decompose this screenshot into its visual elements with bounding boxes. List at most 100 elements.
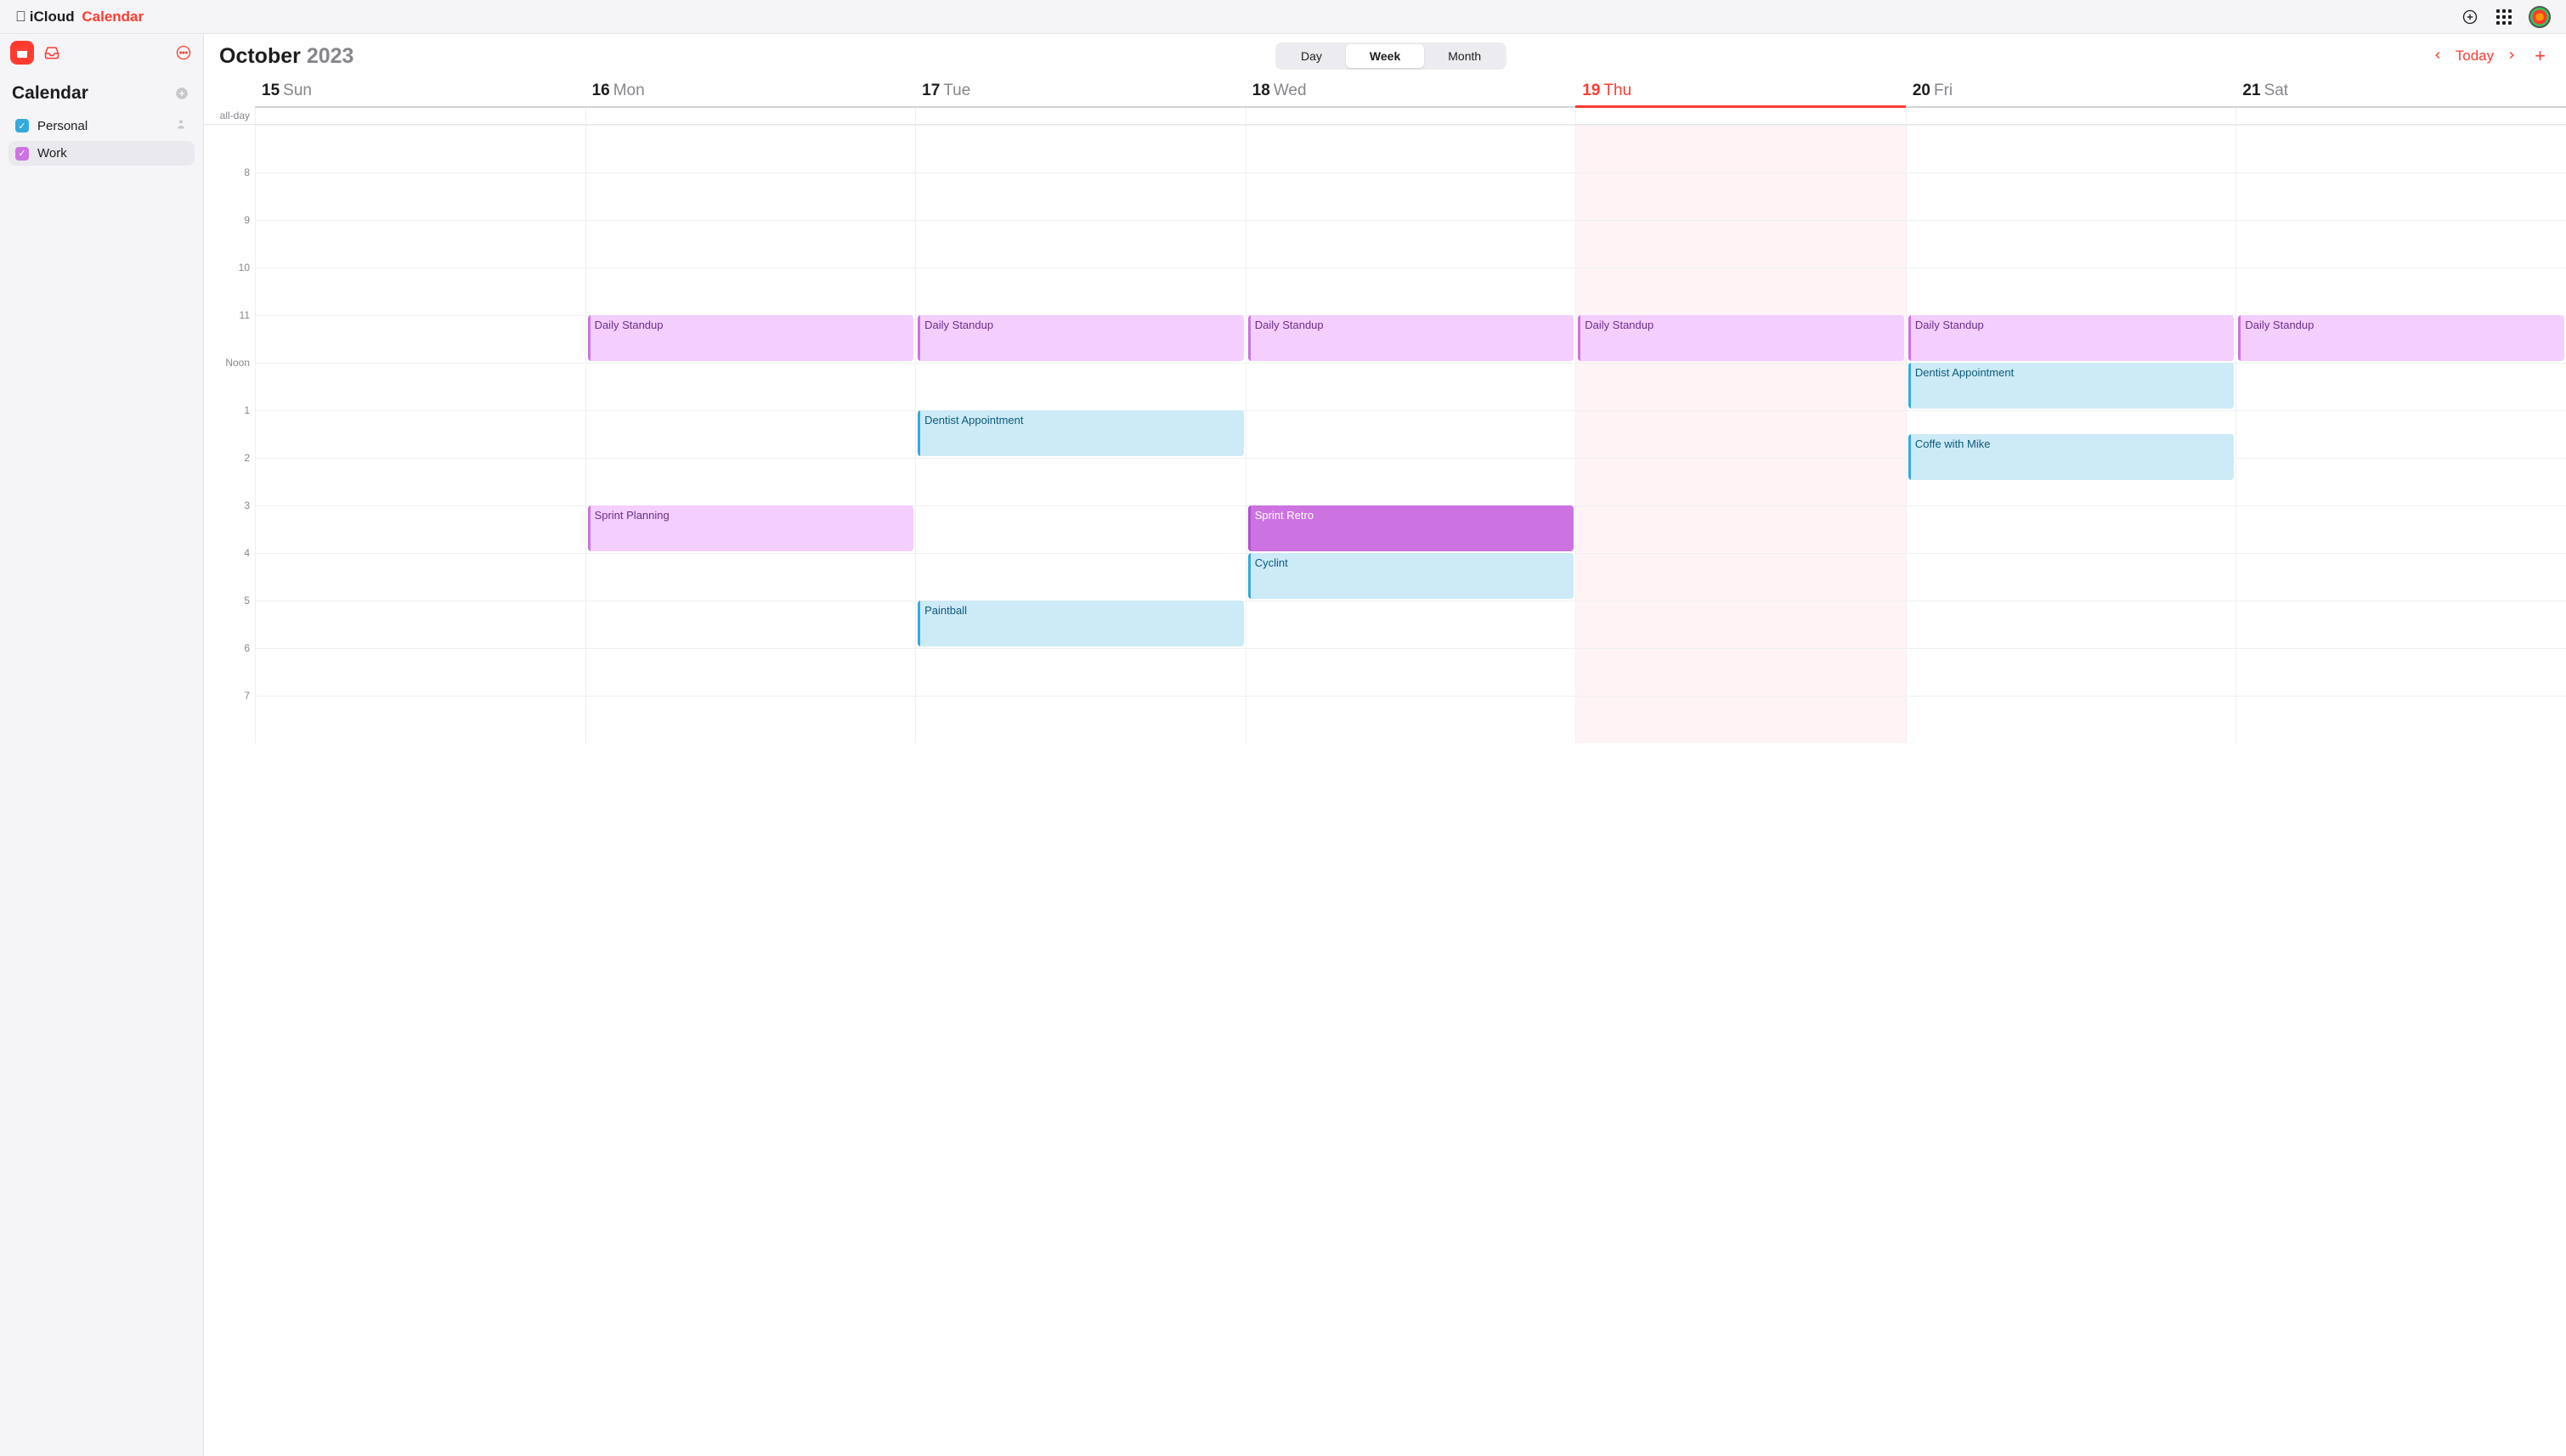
prev-week-icon[interactable]: [2428, 44, 2447, 69]
brand[interactable]:  iCloud Calendar: [15, 8, 144, 25]
hour-row: 5: [204, 601, 255, 648]
all-day-cell[interactable]: [915, 108, 1246, 124]
more-ellipsis-icon[interactable]: [174, 43, 193, 62]
hour-row: 4: [204, 553, 255, 601]
event[interactable]: Daily Standup: [1578, 315, 1904, 361]
day-header-21[interactable]: 21Sat: [2235, 73, 2566, 108]
content: October 2023 Day Week Month Today +: [204, 34, 2566, 1456]
event[interactable]: Paintball: [918, 601, 1244, 646]
day-of-week: Fri: [1934, 82, 1953, 99]
event-title: Cyclint: [1255, 556, 1288, 569]
hour-label: 9: [244, 214, 250, 226]
day-column-16[interactable]: Daily Standup Sprint Planning: [585, 125, 916, 743]
hour-label: 6: [244, 642, 250, 654]
event[interactable]: Coffe with Mike: [1908, 434, 2235, 480]
all-day-cell[interactable]: [1575, 108, 1906, 124]
next-week-icon[interactable]: [2502, 44, 2521, 69]
event-color-bar: [1908, 434, 1911, 480]
calendar-app-icon[interactable]: [10, 41, 34, 65]
event-title: Coffe with Mike: [1915, 437, 1991, 450]
event-color-bar: [1248, 505, 1251, 551]
event[interactable]: Cyclint: [1248, 553, 1574, 599]
hour-label: 3: [244, 499, 250, 511]
day-number: 21: [2242, 82, 2260, 99]
event-color-bar: [918, 315, 920, 361]
event[interactable]: Daily Standup: [1248, 315, 1574, 361]
hour-row: 9: [204, 220, 255, 268]
event-title: Daily Standup: [924, 319, 993, 331]
hour-row: [204, 125, 255, 172]
event-color-bar: [1248, 315, 1251, 361]
add-circle-icon[interactable]: [2461, 8, 2479, 26]
calendar-item-work[interactable]: ✓Work: [8, 141, 195, 166]
all-day-cell[interactable]: [1246, 108, 1576, 124]
event[interactable]: Sprint Retro: [1248, 505, 1574, 551]
day-header-15[interactable]: 15Sun: [255, 73, 585, 108]
day-header-17[interactable]: 17Tue: [915, 73, 1246, 108]
event-color-bar: [1908, 363, 1911, 409]
brand-calendar: Calendar: [82, 8, 144, 25]
add-calendar-icon[interactable]: [172, 84, 191, 103]
event[interactable]: Daily Standup: [588, 315, 914, 361]
day-number: 20: [1913, 82, 1930, 99]
calendar-item-personal[interactable]: ✓Personal: [8, 112, 195, 139]
day-column-17[interactable]: Daily Standup Dentist Appointment Paintbal…: [915, 125, 1246, 743]
hour-row: 8: [204, 172, 255, 220]
all-day-cell[interactable]: [2235, 108, 2566, 124]
view-month-button[interactable]: Month: [1424, 44, 1505, 68]
day-column-18[interactable]: Daily Standup Sprint Retro Cyclint: [1246, 125, 1576, 743]
event[interactable]: Daily Standup: [2238, 315, 2564, 361]
day-column-21[interactable]: Daily Standup: [2235, 125, 2566, 743]
inbox-icon[interactable]: [42, 43, 61, 62]
all-day-cell[interactable]: [585, 108, 916, 124]
today-button[interactable]: Today: [2456, 48, 2494, 65]
event[interactable]: Daily Standup: [918, 315, 1244, 361]
event-color-bar: [588, 505, 591, 551]
topbar-right: [2461, 6, 2551, 28]
day-column-19[interactable]: Daily Standup: [1575, 125, 1906, 743]
view-week-button[interactable]: Week: [1346, 44, 1424, 68]
event-title: Daily Standup: [1585, 319, 1653, 331]
event[interactable]: Daily Standup: [1908, 315, 2235, 361]
hour-label: 1: [244, 404, 250, 416]
day-of-week: Sat: [2264, 82, 2289, 99]
event[interactable]: Sprint Planning: [588, 505, 914, 551]
hour-row: 11: [204, 315, 255, 363]
month-name: October: [219, 44, 301, 68]
hour-gutter: 891011Noon1234567: [204, 125, 255, 743]
calendar-list: ✓Personal✓Work: [0, 109, 203, 169]
view-day-button[interactable]: Day: [1277, 44, 1346, 68]
day-number: 17: [922, 82, 940, 99]
event[interactable]: Dentist Appointment: [918, 410, 1244, 456]
time-grid-scroll[interactable]: 891011Noon1234567 Daily StandupSprint Pl…: [204, 125, 2566, 1456]
day-header-18[interactable]: 18Wed: [1246, 73, 1576, 108]
day-column-15[interactable]: [255, 125, 585, 743]
content-header: October 2023 Day Week Month Today +: [204, 34, 2566, 73]
hour-label: 4: [244, 547, 250, 559]
day-of-week: Tue: [943, 82, 970, 99]
hour-row: 10: [204, 268, 255, 315]
all-day-cell[interactable]: [1906, 108, 2236, 124]
account-avatar[interactable]: [2529, 6, 2551, 28]
day-header-19[interactable]: 19Thu: [1575, 73, 1906, 108]
day-header-16[interactable]: 16Mon: [585, 73, 916, 108]
event-color-bar: [1248, 553, 1251, 599]
checkbox-icon[interactable]: ✓: [15, 119, 29, 133]
hour-label: 7: [244, 690, 250, 702]
event-title: Daily Standup: [2245, 319, 2314, 331]
event-title: Daily Standup: [1915, 319, 1984, 331]
day-headers: 15Sun16Mon17Tue18Wed19Thu20Fri21Sat: [204, 73, 2566, 108]
day-column-20[interactable]: Daily Standup Dentist Appointment Coffe wi…: [1906, 125, 2236, 743]
date-nav: Today +: [2428, 44, 2551, 69]
event-title: Daily Standup: [595, 319, 664, 331]
app-grid-icon[interactable]: [2495, 8, 2513, 26]
event[interactable]: Dentist Appointment: [1908, 363, 2235, 409]
day-header-20[interactable]: 20Fri: [1906, 73, 2236, 108]
event-title: Dentist Appointment: [924, 414, 1023, 426]
add-event-icon[interactable]: +: [2529, 45, 2551, 67]
day-number: 16: [592, 82, 610, 99]
hour-row: 3: [204, 505, 255, 553]
all-day-cell[interactable]: [255, 108, 585, 124]
event-color-bar: [918, 410, 920, 456]
checkbox-icon[interactable]: ✓: [15, 147, 29, 161]
